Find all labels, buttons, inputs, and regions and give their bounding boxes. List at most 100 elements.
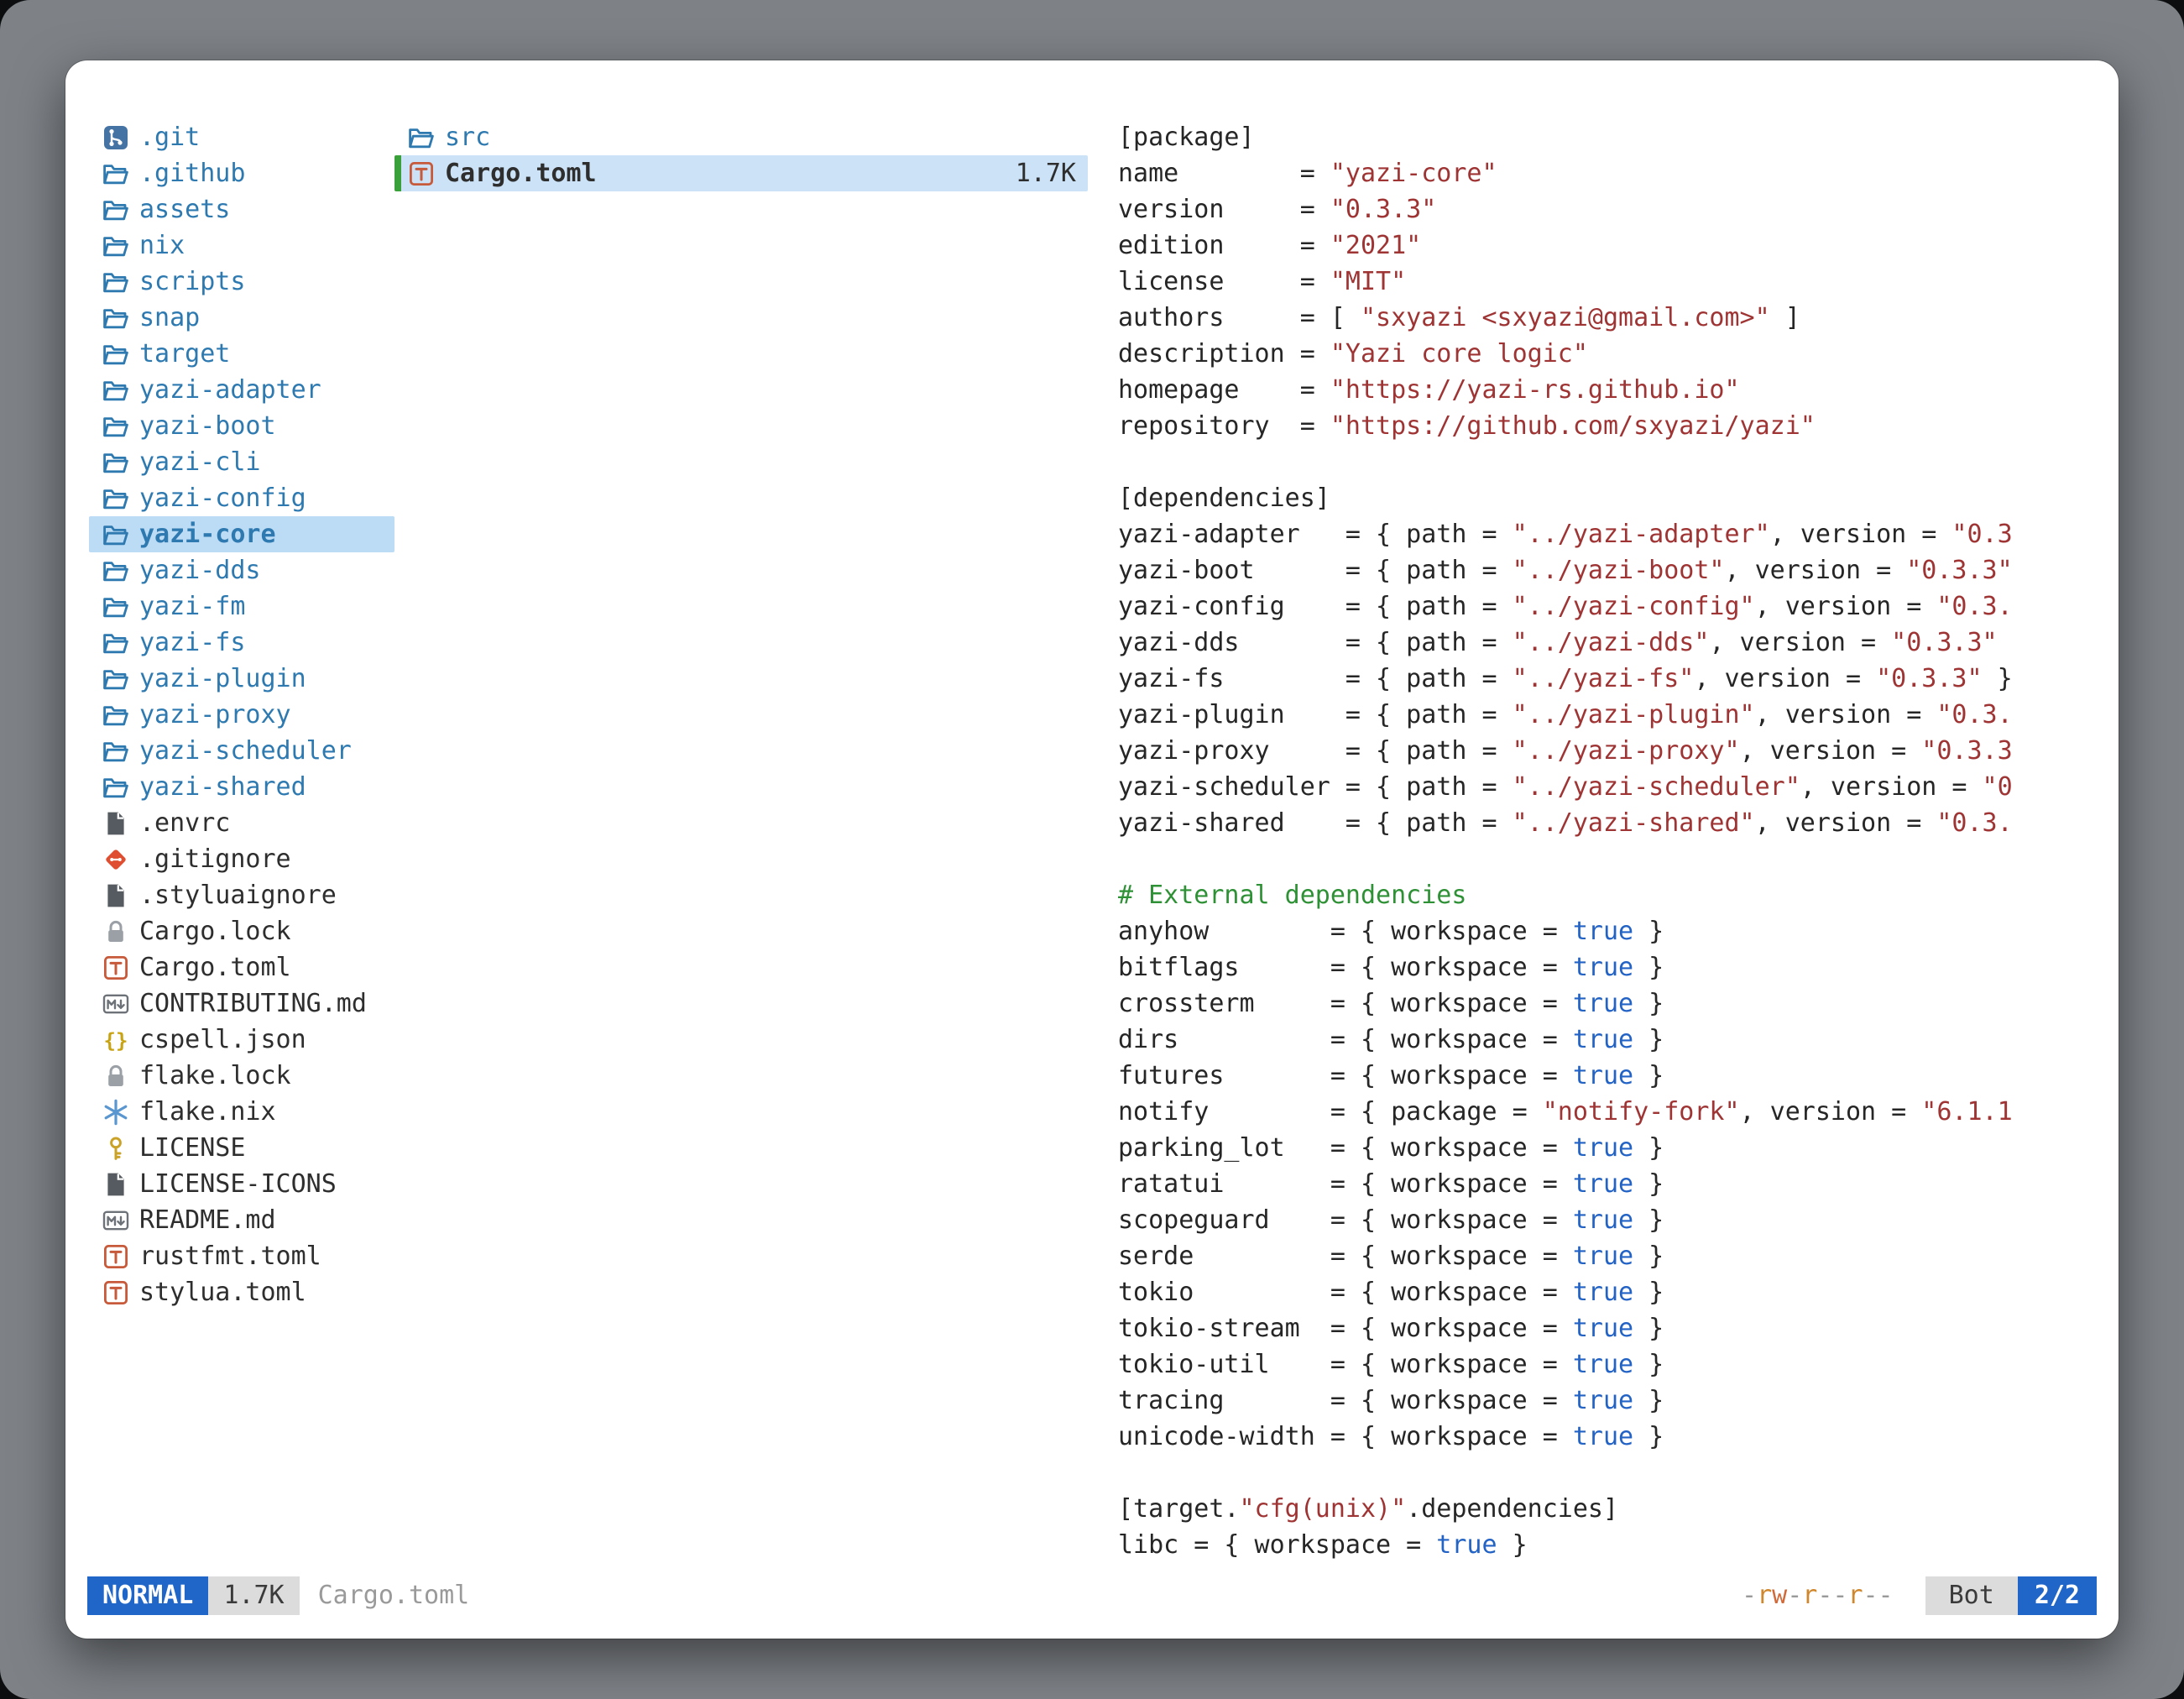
file-row[interactable]: yazi-config (89, 480, 394, 516)
toml-icon (408, 160, 435, 187)
file-row[interactable]: yazi-proxy (89, 697, 394, 733)
nix-icon (102, 1099, 129, 1126)
file-name: stylua.toml (139, 1274, 306, 1310)
folder-open-icon (102, 738, 129, 765)
file-icon (102, 1171, 129, 1198)
folder-open-icon (102, 449, 129, 476)
file-row[interactable]: assets (89, 191, 394, 227)
json-icon (102, 1027, 129, 1053)
current-directory-pane: src Cargo.toml 1.7K (394, 119, 1088, 191)
lock-icon (102, 918, 129, 945)
file-manager-panes: .git .github assets (65, 60, 2119, 1568)
folder-open-icon (102, 485, 129, 512)
file-name: README.md (139, 1202, 276, 1238)
file-name: snap (139, 300, 200, 336)
folder-open-icon (102, 702, 129, 729)
file-name: yazi-fm (139, 588, 245, 625)
file-row[interactable]: src (394, 119, 1088, 155)
file-name: yazi-plugin (139, 661, 306, 697)
file-row[interactable]: yazi-fm (89, 588, 394, 625)
file-name: yazi-adapter (139, 372, 321, 408)
file-row[interactable]: flake.lock (89, 1058, 394, 1094)
file-permissions: -rw-r--r-- (1742, 1576, 1894, 1615)
scroll-position-badge: Bot (1925, 1576, 2018, 1615)
file-row[interactable]: yazi-adapter (89, 372, 394, 408)
file-name: .gitignore (139, 841, 291, 877)
folder-open-icon (102, 630, 129, 656)
file-name: nix (139, 227, 185, 264)
file-row[interactable]: scripts (89, 264, 394, 300)
file-row[interactable]: yazi-core (89, 516, 394, 552)
file-row[interactable]: yazi-boot (89, 408, 394, 444)
file-icon (102, 810, 129, 837)
file-name: yazi-fs (139, 625, 245, 661)
file-row[interactable]: Cargo.toml 1.7K (394, 155, 1088, 191)
file-name: Cargo.toml (445, 155, 597, 191)
folder-open-icon (102, 341, 129, 368)
markdown-icon (102, 1207, 129, 1234)
file-row[interactable]: Cargo.toml (89, 949, 394, 985)
status-spacer (469, 1576, 1742, 1615)
folder-open-icon (102, 233, 129, 259)
file-name: .github (139, 155, 245, 191)
folder-open-icon (102, 774, 129, 801)
file-row[interactable]: LICENSE-ICONS (89, 1166, 394, 1202)
file-name: yazi-core (139, 516, 276, 552)
folder-open-icon (102, 196, 129, 223)
status-filename: Cargo.toml (318, 1576, 470, 1615)
file-row[interactable]: Cargo.lock (89, 913, 394, 949)
file-name: yazi-shared (139, 769, 306, 805)
file-name: .git (139, 119, 200, 155)
file-row[interactable]: CONTRIBUTING.md (89, 985, 394, 1022)
license-icon (102, 1135, 129, 1162)
markdown-icon (102, 991, 129, 1017)
file-row[interactable]: LICENSE (89, 1130, 394, 1166)
file-counter-badge: 2/2 (2018, 1576, 2097, 1615)
gitignore-icon (102, 846, 129, 873)
file-row[interactable]: cspell.json (89, 1022, 394, 1058)
toml-icon (102, 1279, 129, 1306)
file-row[interactable]: .envrc (89, 805, 394, 841)
file-row[interactable]: stylua.toml (89, 1274, 394, 1310)
file-name: src (445, 119, 490, 155)
file-row[interactable]: .git (89, 119, 394, 155)
file-name: .envrc (139, 805, 230, 841)
file-row[interactable]: README.md (89, 1202, 394, 1238)
file-name: yazi-cli (139, 444, 261, 480)
file-row[interactable]: nix (89, 227, 394, 264)
preview-pane: [package]name = "yazi-core"version = "0.… (1088, 119, 2093, 1563)
file-name: flake.lock (139, 1058, 291, 1094)
file-row[interactable]: flake.nix (89, 1094, 394, 1130)
file-row[interactable]: rustfmt.toml (89, 1238, 394, 1274)
folder-open-icon (102, 666, 129, 693)
file-row[interactable]: snap (89, 300, 394, 336)
folder-open-icon (102, 377, 129, 404)
file-row[interactable]: yazi-shared (89, 769, 394, 805)
yazi-terminal-window: .git .github assets (65, 60, 2119, 1639)
file-row[interactable]: yazi-plugin (89, 661, 394, 697)
status-bar: NORMAL 1.7K Cargo.toml -rw-r--r-- Bot 2/… (87, 1576, 2097, 1615)
file-name: Cargo.lock (139, 913, 291, 949)
file-row[interactable]: .github (89, 155, 394, 191)
file-name: flake.nix (139, 1094, 276, 1130)
file-name: yazi-scheduler (139, 733, 352, 769)
file-name: Cargo.toml (139, 949, 291, 985)
folder-open-icon (102, 557, 129, 584)
file-row[interactable]: yazi-fs (89, 625, 394, 661)
folder-open-icon (102, 160, 129, 187)
file-row[interactable]: .styluaignore (89, 877, 394, 913)
folder-open-icon (408, 124, 435, 151)
file-name: yazi-config (139, 480, 306, 516)
file-name: LICENSE (139, 1130, 245, 1166)
file-name: cspell.json (139, 1022, 306, 1058)
file-icon (102, 882, 129, 909)
file-row[interactable]: .gitignore (89, 841, 394, 877)
file-name: scripts (139, 264, 245, 300)
file-row[interactable]: target (89, 336, 394, 372)
file-row[interactable]: yazi-scheduler (89, 733, 394, 769)
file-row[interactable]: yazi-cli (89, 444, 394, 480)
file-row[interactable]: yazi-dds (89, 552, 394, 588)
file-name: yazi-boot (139, 408, 276, 444)
file-name: yazi-proxy (139, 697, 291, 733)
lock-icon (102, 1063, 129, 1090)
